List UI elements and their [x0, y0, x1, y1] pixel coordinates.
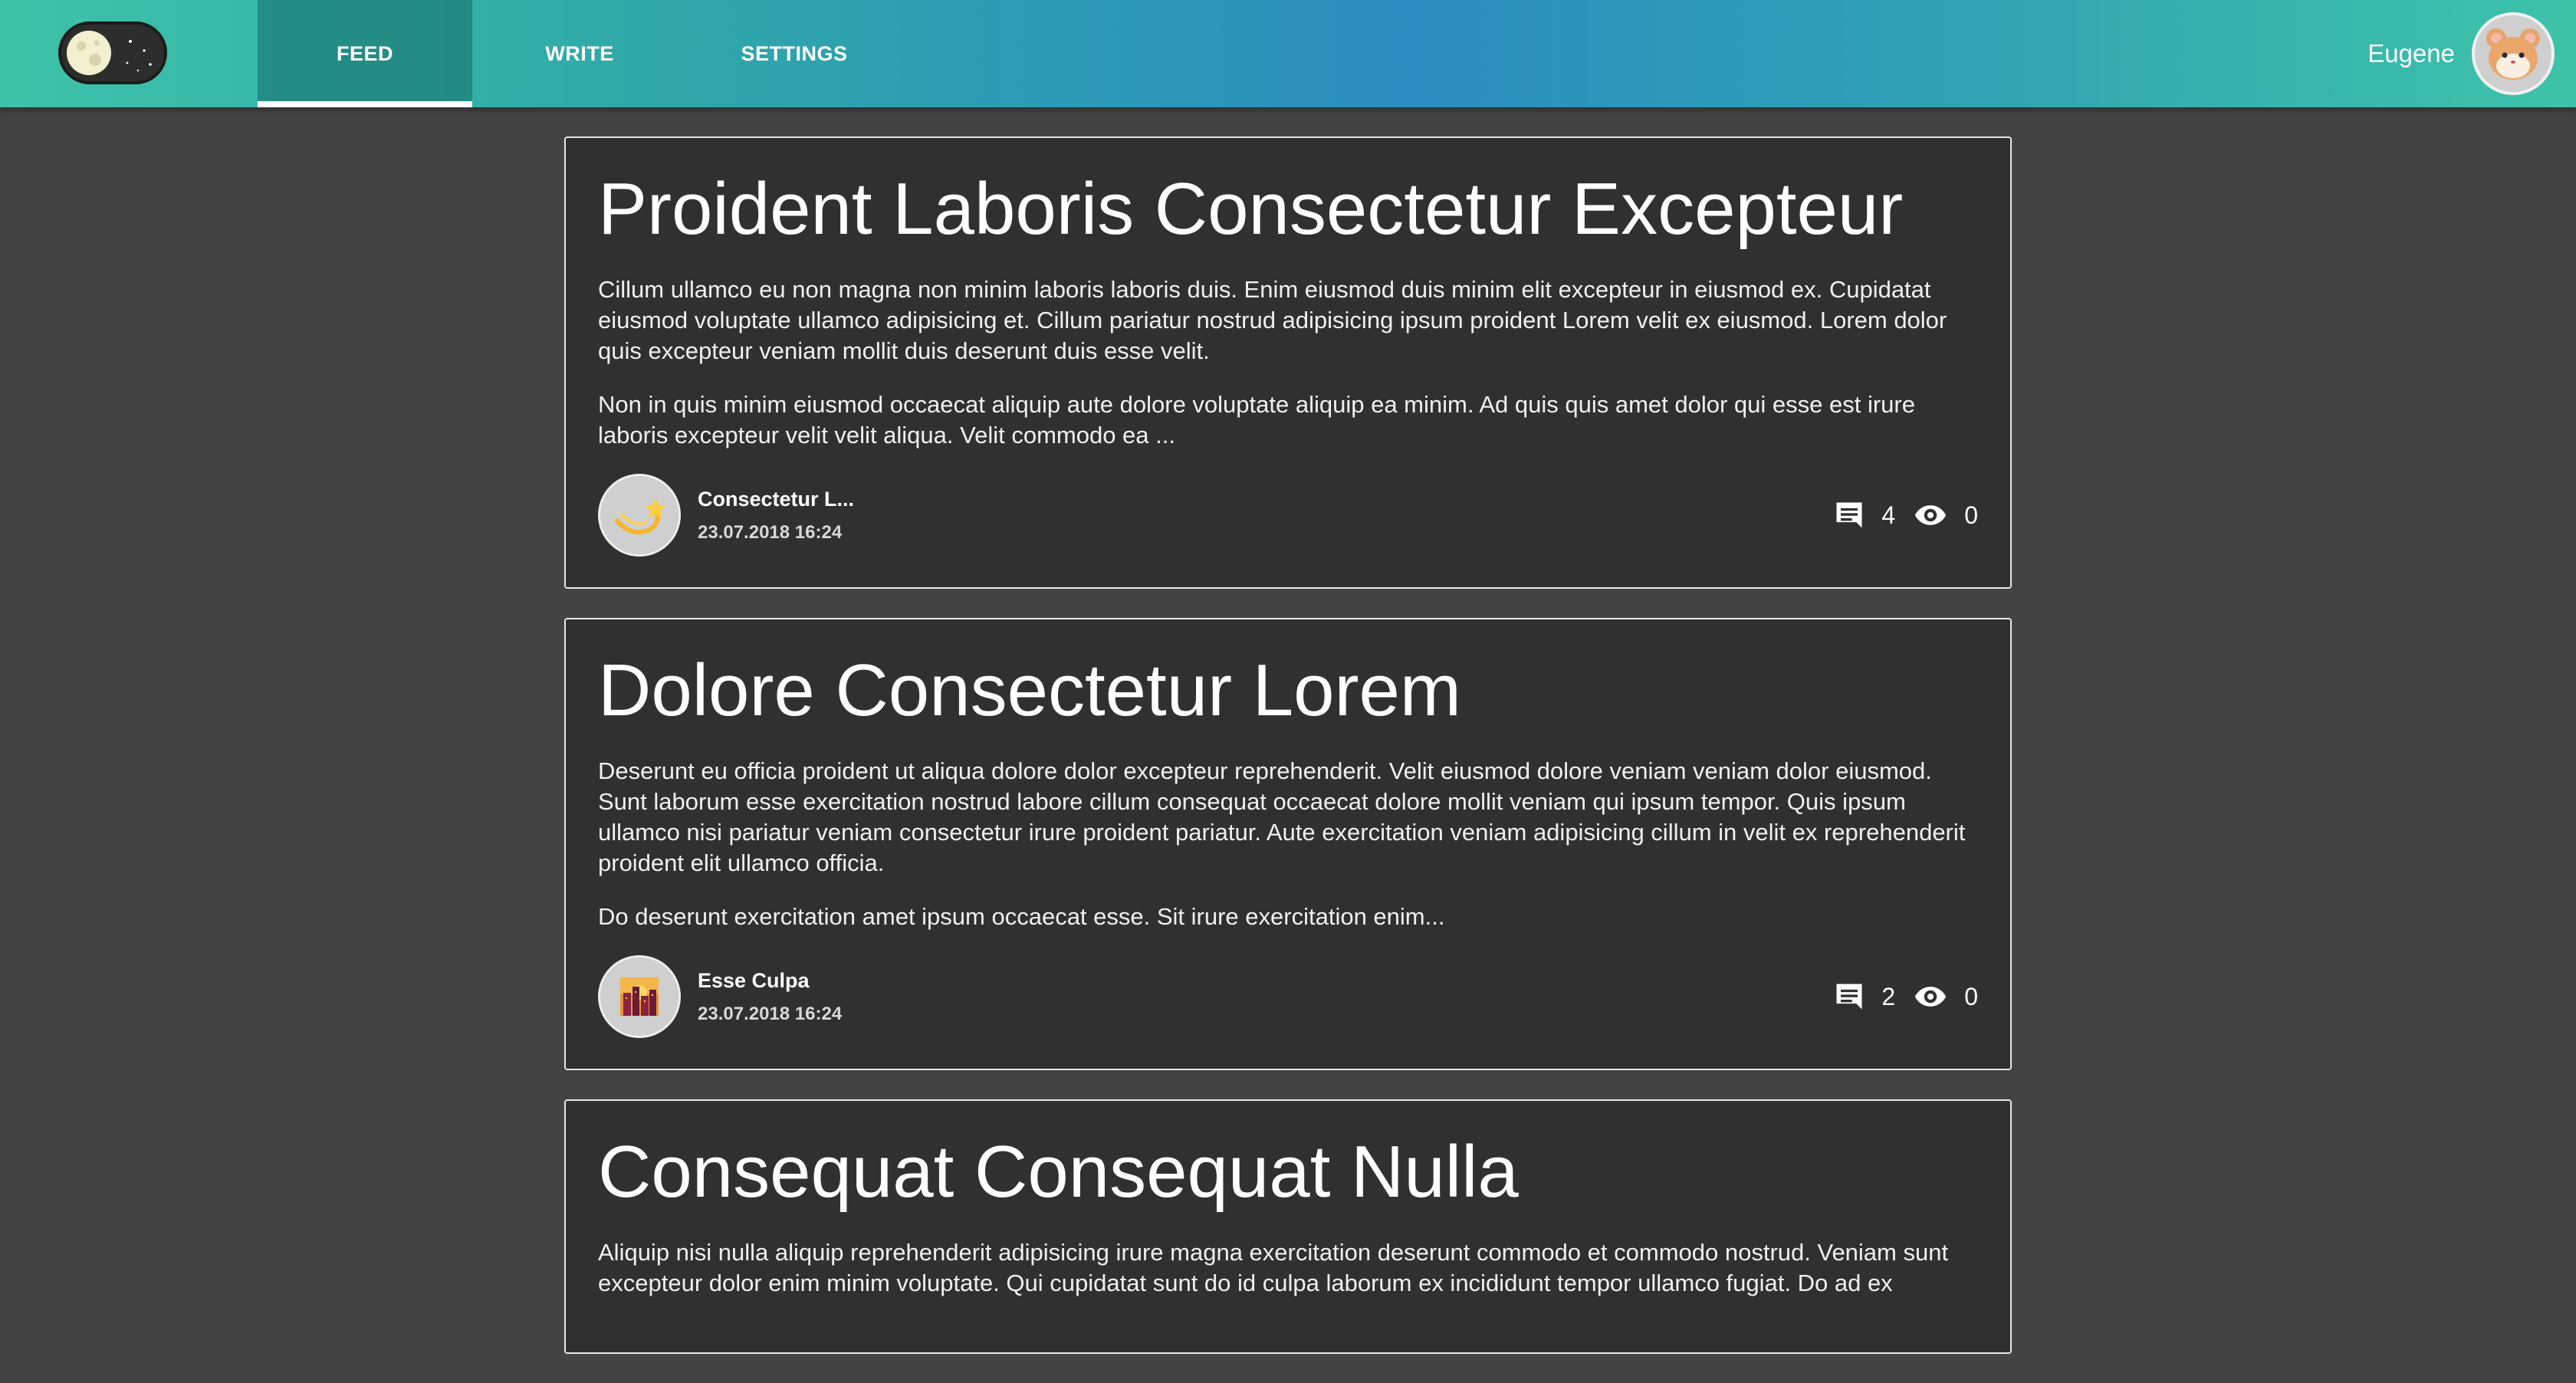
post-author: Esse Culpa 23.07.2018 16:24: [598, 955, 842, 1038]
user-menu[interactable]: Eugene: [2367, 11, 2555, 97]
post-card[interactable]: Proident Laboris Consectetur Excepteur C…: [564, 136, 2012, 589]
author-name[interactable]: Esse Culpa: [698, 969, 842, 993]
author-name[interactable]: Consectetur L...: [698, 488, 854, 511]
post-stats: 4 0: [1832, 498, 1978, 532]
hamster-avatar-icon: [2475, 15, 2551, 92]
user-avatar[interactable]: [2472, 12, 2555, 95]
post-footer: Esse Culpa 23.07.2018 16:24 2 0: [598, 955, 1978, 1038]
user-name: Eugene: [2367, 39, 2455, 67]
author-avatar[interactable]: [598, 955, 681, 1038]
post-title[interactable]: Consequat Consequat Nulla: [598, 1130, 1978, 1214]
feed-list: Proident Laboris Consectetur Excepteur C…: [564, 136, 2012, 1383]
post-date: 23.07.2018 16:24: [698, 521, 843, 543]
shooting-star-icon: [600, 476, 678, 554]
post-paragraph: Deserunt eu officia proident ut aliqua d…: [598, 757, 1966, 876]
tab-write-label: WRITE: [545, 41, 614, 65]
post-card[interactable]: Dolore Consectetur Lorem Deserunt eu off…: [564, 618, 2012, 1070]
moon-toggle-icon: [67, 31, 152, 75]
main-nav: FEED WRITE SETTINGS: [258, 0, 902, 107]
eye-icon: [1915, 505, 1947, 525]
post-date: 23.07.2018 16:24: [698, 1003, 843, 1024]
post-paragraph: Non in quis minim eiusmod occaecat aliqu…: [598, 391, 1915, 448]
comment-icon: [1836, 984, 1862, 1010]
post-footer: Consectetur L... 23.07.2018 16:24 4 0: [598, 474, 1978, 557]
post-paragraph: Do deserunt exercitation amet ipsum occa…: [598, 903, 1445, 930]
post-paragraph: Aliquip nisi nulla aliquip reprehenderit…: [598, 1239, 1949, 1296]
tab-write[interactable]: WRITE: [472, 0, 687, 107]
view-count: 0: [1964, 982, 1978, 1010]
top-app-bar: FEED WRITE SETTINGS Eugene: [0, 0, 2576, 107]
post-card[interactable]: Consequat Consequat Nulla Aliquip nisi n…: [564, 1099, 2012, 1354]
tab-settings-label: SETTINGS: [741, 41, 848, 65]
post-title[interactable]: Dolore Consectetur Lorem: [598, 649, 1978, 733]
eye-icon: [1915, 987, 1947, 1007]
tab-settings[interactable]: SETTINGS: [687, 0, 902, 107]
post-stats: 2 0: [1832, 980, 1978, 1013]
author-avatar[interactable]: [598, 474, 681, 557]
city-sunset-icon: [600, 958, 678, 1036]
theme-toggle[interactable]: [58, 21, 167, 84]
post-paragraph: Cillum ullamco eu non magna non minim la…: [598, 276, 1947, 364]
comment-count: 4: [1881, 501, 1896, 529]
tab-feed[interactable]: FEED: [258, 0, 472, 107]
comment-icon: [1836, 502, 1862, 528]
post-author: Consectetur L... 23.07.2018 16:24: [598, 474, 854, 557]
comment-count: 2: [1881, 982, 1896, 1010]
view-count: 0: [1964, 501, 1978, 529]
post-title[interactable]: Proident Laboris Consectetur Excepteur: [598, 167, 1978, 251]
tab-feed-label: FEED: [336, 41, 393, 65]
